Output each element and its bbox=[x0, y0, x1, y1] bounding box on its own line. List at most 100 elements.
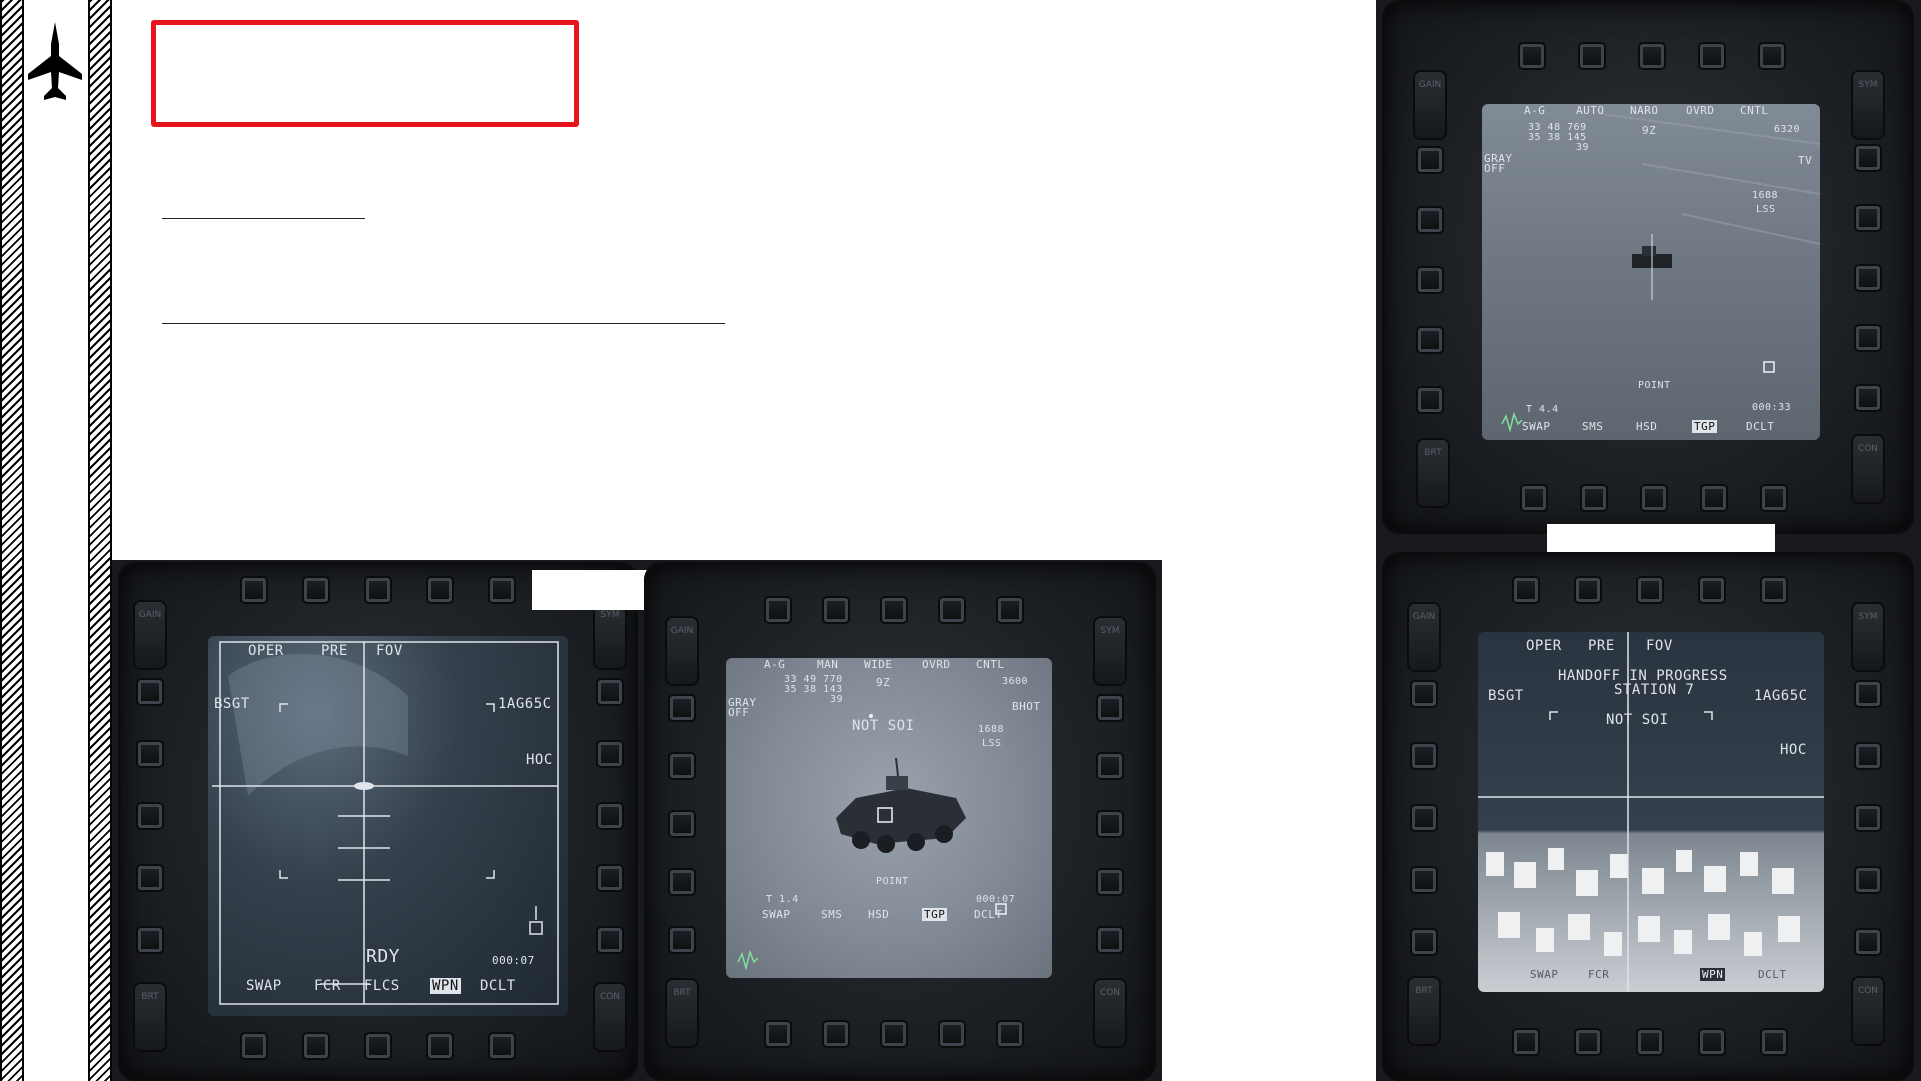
bottom-label-swap[interactable]: SWAP bbox=[1530, 968, 1559, 981]
osb-top-1[interactable] bbox=[1514, 578, 1538, 602]
osb-bottom-5[interactable] bbox=[1762, 1030, 1786, 1054]
top-label-naro[interactable]: NARO bbox=[1630, 104, 1659, 117]
top-label-pre[interactable]: PRE bbox=[321, 643, 348, 659]
osb-left-1[interactable] bbox=[1418, 148, 1442, 172]
osb-right-2[interactable] bbox=[1856, 206, 1880, 230]
osb-bottom-4[interactable] bbox=[428, 1034, 452, 1058]
gain-rocker[interactable]: GAIN bbox=[135, 602, 165, 668]
bottom-label-fcr[interactable]: FCR bbox=[314, 978, 341, 994]
osb-bottom-1[interactable] bbox=[766, 1022, 790, 1046]
osb-left-4[interactable] bbox=[670, 870, 694, 894]
osb-left-4[interactable] bbox=[138, 866, 162, 890]
osb-top-4[interactable] bbox=[1700, 44, 1724, 68]
osb-right-4[interactable] bbox=[1856, 868, 1880, 892]
bottom-label-swap[interactable]: SWAP bbox=[246, 978, 282, 994]
top-label-ag[interactable]: A-G bbox=[1524, 104, 1545, 117]
con-rocker[interactable]: CON bbox=[1095, 980, 1125, 1046]
osb-right-5[interactable] bbox=[598, 928, 622, 952]
bottom-label-swap[interactable]: SWAP bbox=[762, 908, 791, 921]
osb-right-1[interactable] bbox=[598, 680, 622, 704]
osb-top-3[interactable] bbox=[1638, 578, 1662, 602]
top-label-pre[interactable]: PRE bbox=[1588, 638, 1615, 654]
osb-left-3[interactable] bbox=[670, 812, 694, 836]
sym-rocker[interactable]: SYM bbox=[595, 602, 625, 668]
osb-right-1[interactable] bbox=[1856, 682, 1880, 706]
osb-bottom-1[interactable] bbox=[242, 1034, 266, 1058]
bottom-label-tgp[interactable]: TGP bbox=[1692, 420, 1718, 433]
osb-left-3[interactable] bbox=[1418, 268, 1442, 292]
osb-bottom-3[interactable] bbox=[366, 1034, 390, 1058]
osb-right-4[interactable] bbox=[598, 866, 622, 890]
gain-rocker[interactable]: GAIN bbox=[1415, 72, 1445, 138]
osb-left-3[interactable] bbox=[1412, 806, 1436, 830]
gain-rocker[interactable]: GAIN bbox=[667, 618, 697, 684]
osb-right-1[interactable] bbox=[1856, 146, 1880, 170]
osb-bottom-3[interactable] bbox=[1642, 486, 1666, 510]
osb-top-1[interactable] bbox=[242, 578, 266, 602]
osb-top-4[interactable] bbox=[1700, 578, 1724, 602]
osb-left-1[interactable] bbox=[138, 680, 162, 704]
gain-rocker[interactable]: GAIN bbox=[1409, 604, 1439, 670]
bottom-label-swap[interactable]: SWAP bbox=[1522, 420, 1551, 433]
top-label-oper[interactable]: OPER bbox=[248, 643, 284, 659]
osb-right-1[interactable] bbox=[1098, 696, 1122, 720]
top-label-cntl[interactable]: CNTL bbox=[976, 658, 1005, 671]
osb-right-2[interactable] bbox=[1098, 754, 1122, 778]
bottom-label-sms[interactable]: SMS bbox=[821, 908, 842, 921]
top-label-man[interactable]: MAN bbox=[817, 658, 838, 671]
bottom-label-wpn[interactable]: WPN bbox=[430, 978, 461, 994]
bottom-label-dclt[interactable]: DCLT bbox=[1758, 968, 1787, 981]
osb-right-5[interactable] bbox=[1098, 928, 1122, 952]
bottom-label-hsd[interactable]: HSD bbox=[868, 908, 889, 921]
osb-top-5[interactable] bbox=[998, 598, 1022, 622]
osb-bottom-2[interactable] bbox=[824, 1022, 848, 1046]
osb-right-4[interactable] bbox=[1098, 870, 1122, 894]
weapon-label[interactable]: 1AG65C bbox=[498, 696, 552, 712]
osb-left-5[interactable] bbox=[1418, 388, 1442, 412]
osb-top-2[interactable] bbox=[1580, 44, 1604, 68]
brt-rocker[interactable]: BRT bbox=[1418, 440, 1448, 506]
off-label[interactable]: OFF bbox=[1484, 162, 1505, 175]
osb-left-5[interactable] bbox=[138, 928, 162, 952]
bottom-label-wpn[interactable]: WPN bbox=[1700, 968, 1726, 981]
osb-left-5[interactable] bbox=[1412, 930, 1436, 954]
osb-bottom-4[interactable] bbox=[1700, 1030, 1724, 1054]
osb-bottom-2[interactable] bbox=[304, 1034, 328, 1058]
top-label-auto[interactable]: AUTO bbox=[1576, 104, 1605, 117]
osb-top-2[interactable] bbox=[824, 598, 848, 622]
osb-top-5[interactable] bbox=[1760, 44, 1784, 68]
bottom-label-tgp[interactable]: TGP bbox=[922, 908, 948, 921]
bottom-label-flcs[interactable]: FLCS bbox=[364, 978, 400, 994]
osb-top-3[interactable] bbox=[366, 578, 390, 602]
osb-bottom-3[interactable] bbox=[1638, 1030, 1662, 1054]
bhot-label[interactable]: BHOT bbox=[1012, 700, 1041, 713]
con-rocker[interactable]: CON bbox=[1853, 436, 1883, 502]
osb-left-2[interactable] bbox=[670, 754, 694, 778]
osb-bottom-5[interactable] bbox=[998, 1022, 1022, 1046]
osb-right-2[interactable] bbox=[1856, 744, 1880, 768]
osb-top-1[interactable] bbox=[1520, 44, 1544, 68]
osb-top-4[interactable] bbox=[428, 578, 452, 602]
osb-left-3[interactable] bbox=[138, 804, 162, 828]
off-label[interactable]: OFF bbox=[728, 706, 749, 719]
con-rocker[interactable]: CON bbox=[595, 984, 625, 1050]
sym-rocker[interactable]: SYM bbox=[1853, 604, 1883, 670]
osb-bottom-4[interactable] bbox=[1702, 486, 1726, 510]
top-label-oper[interactable]: OPER bbox=[1526, 638, 1562, 654]
osb-left-4[interactable] bbox=[1412, 868, 1436, 892]
bsgt-label[interactable]: BSGT bbox=[214, 696, 250, 712]
osb-top-2[interactable] bbox=[1576, 578, 1600, 602]
osb-right-3[interactable] bbox=[1856, 806, 1880, 830]
osb-left-2[interactable] bbox=[1412, 744, 1436, 768]
osb-top-4[interactable] bbox=[940, 598, 964, 622]
osb-left-2[interactable] bbox=[1418, 208, 1442, 232]
bottom-label-hsd[interactable]: HSD bbox=[1636, 420, 1657, 433]
osb-left-1[interactable] bbox=[670, 696, 694, 720]
top-label-ovrd[interactable]: OVRD bbox=[1686, 104, 1715, 117]
osb-bottom-2[interactable] bbox=[1576, 1030, 1600, 1054]
top-label-fov[interactable]: FOV bbox=[376, 643, 403, 659]
osb-top-3[interactable] bbox=[882, 598, 906, 622]
osb-top-5[interactable] bbox=[1762, 578, 1786, 602]
osb-right-3[interactable] bbox=[598, 804, 622, 828]
osb-right-4[interactable] bbox=[1856, 326, 1880, 350]
